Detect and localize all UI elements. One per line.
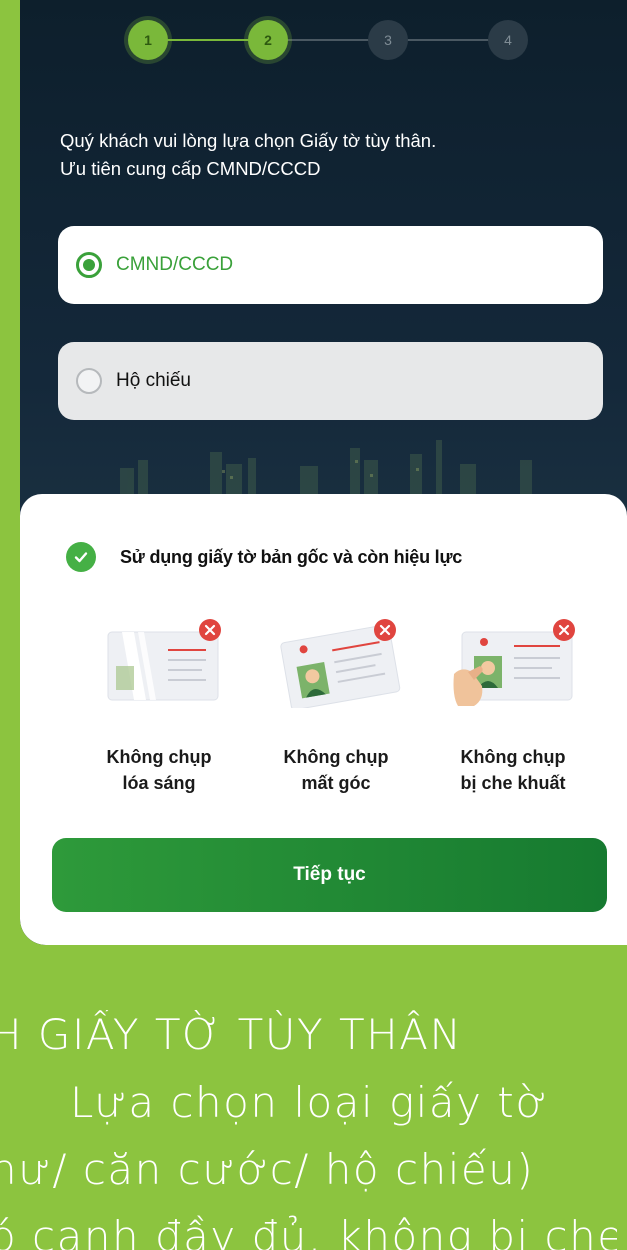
caption-line-2: Lựa chọn loại giấy tờ xyxy=(70,1078,549,1127)
step-1: 1 xyxy=(128,20,168,60)
instruction-line-1: Quý khách vui lòng lựa chọn Giấy tờ tùy … xyxy=(60,130,437,151)
instruction-line-2: Ưu tiên cung cấp CMND/CCCD xyxy=(60,158,321,179)
option-passport-label: Hộ chiếu xyxy=(116,370,191,391)
caption-line-3: hư/ căn cước/ hộ chiếu) xyxy=(0,1145,535,1194)
example-covered-line-2: bị che khuất xyxy=(460,773,566,793)
example-glare-line-1: Không chụp xyxy=(106,747,212,767)
option-id-card[interactable]: CMND/CCCD xyxy=(58,226,603,304)
example-covered-label: Không chụp bị che khuất xyxy=(423,744,603,796)
example-cut-corner-line-1: Không chụp xyxy=(283,747,389,767)
example-cut-corner-label: Không chụp mất góc xyxy=(246,744,426,796)
example-covered-line-1: Không chụp xyxy=(460,747,566,767)
continue-button[interactable]: Tiếp tục xyxy=(52,838,607,912)
example-glare-line-2: lóa sáng xyxy=(122,773,196,793)
radio-selected-icon[interactable] xyxy=(76,252,102,278)
phone-screen: 1 2 3 4 Quý khách vui lòng lựa chọn Giấy… xyxy=(20,0,627,945)
caption-line-1: H GIẤY TỜ TÙY THÂN xyxy=(0,1010,463,1059)
step-3: 3 xyxy=(368,20,408,60)
example-glare: Không chụp lóa sáng xyxy=(69,616,249,796)
caption-line-4: ó cạnh đầy đủ, không bị che xyxy=(0,1212,617,1250)
option-passport[interactable]: Hộ chiếu xyxy=(58,342,603,420)
city-skyline-background xyxy=(120,440,532,500)
tip-text: Sử dụng giấy tờ bản gốc và còn hiệu lực xyxy=(120,546,463,567)
radio-unselected-icon[interactable] xyxy=(76,368,102,394)
cut-corner-card-icon xyxy=(280,619,401,708)
example-cut-corner: Không chụp mất góc xyxy=(246,616,426,796)
step-4: 4 xyxy=(488,20,528,60)
guidance-sheet: Sử dụng giấy tờ bản gốc và còn hiệu lực xyxy=(20,494,627,945)
covered-card-icon xyxy=(453,619,575,706)
glare-card-icon xyxy=(107,619,221,701)
progress-stepper: 1 2 3 4 xyxy=(20,20,627,60)
example-covered: Không chụp bị che khuất xyxy=(423,616,603,796)
check-circle-icon xyxy=(66,542,96,572)
option-id-card-label: CMND/CCCD xyxy=(116,254,234,275)
example-cut-corner-line-2: mất góc xyxy=(301,773,371,793)
step-2: 2 xyxy=(248,20,288,60)
instruction-text: Quý khách vui lòng lựa chọn Giấy tờ tùy … xyxy=(60,127,600,183)
example-glare-label: Không chụp lóa sáng xyxy=(69,744,249,796)
original-document-tip: Sử dụng giấy tờ bản gốc và còn hiệu lực xyxy=(66,542,462,572)
